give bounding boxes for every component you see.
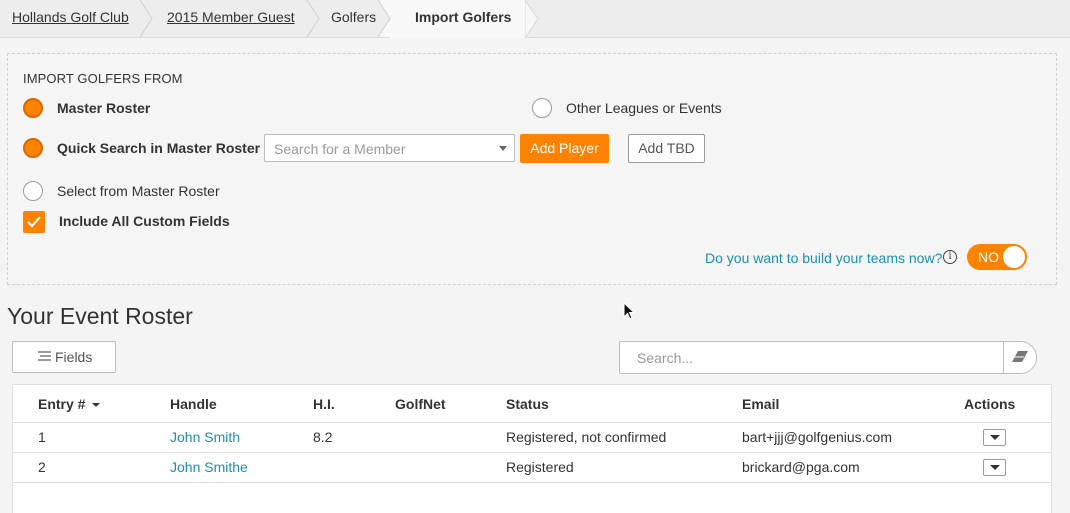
- quick-search-radio[interactable]: [23, 138, 43, 158]
- col-status[interactable]: Status: [506, 396, 549, 412]
- master-roster-label[interactable]: Master Roster: [57, 100, 150, 116]
- member-search-placeholder: Search for a Member: [274, 141, 406, 157]
- eraser-icon[interactable]: [1011, 350, 1029, 364]
- breadcrumb-separator: [306, 0, 320, 37]
- roster-table: Entry # Handle H.I. GolfNet Status Email…: [12, 384, 1052, 513]
- other-leagues-radio[interactable]: [532, 98, 552, 118]
- breadcrumb: Hollands Golf Club 2015 Member Guest Gol…: [0, 0, 1070, 41]
- breadcrumb-separator: [139, 0, 153, 37]
- roster-search-placeholder: Search...: [637, 350, 694, 366]
- other-leagues-label[interactable]: Other Leagues or Events: [566, 100, 722, 116]
- fields-button[interactable]: Fields: [12, 341, 116, 373]
- breadcrumb-golfers[interactable]: Golfers: [331, 0, 376, 37]
- select-from-roster-label[interactable]: Select from Master Roster: [57, 183, 220, 199]
- col-handle[interactable]: Handle: [170, 396, 217, 412]
- col-hi[interactable]: H.I.: [313, 396, 335, 412]
- row-1-actions-dropdown[interactable]: [983, 429, 1006, 446]
- col-entry[interactable]: Entry #: [38, 396, 101, 412]
- include-custom-fields-checkbox[interactable]: [23, 211, 45, 233]
- row-1-status: Registered, not confirmed: [506, 429, 667, 445]
- row-2-handle[interactable]: John Smithe: [170, 459, 248, 475]
- row-1-hi: 8.2: [313, 429, 333, 445]
- col-golfnet[interactable]: GolfNet: [395, 396, 446, 412]
- list-lines-icon: [38, 351, 51, 361]
- build-teams-question: Do you want to build your teams now?: [705, 250, 943, 266]
- row-1-entry: 1: [38, 429, 46, 445]
- sort-caret-icon: [92, 403, 101, 408]
- roster-title: Your Event Roster: [7, 303, 193, 329]
- mouse-cursor-icon: [623, 302, 635, 320]
- select-from-roster-radio[interactable]: [23, 181, 43, 201]
- header-divider: [13, 422, 1051, 423]
- info-icon[interactable]: i: [943, 250, 957, 264]
- row-2-status: Registered: [506, 459, 574, 475]
- row-1-email: bart+jjj@golfgenius.com: [742, 429, 893, 445]
- add-player-button[interactable]: Add Player: [520, 134, 609, 163]
- chevron-down-icon: [499, 146, 507, 151]
- row-2-entry: 2: [38, 459, 46, 475]
- build-teams-toggle[interactable]: NO: [967, 244, 1027, 270]
- col-actions: Actions: [964, 396, 1016, 412]
- fields-button-label: Fields: [55, 349, 93, 365]
- row-2-actions-dropdown[interactable]: [983, 459, 1006, 476]
- checkmark-icon: [27, 216, 41, 228]
- row-2-email: brickard@pga.com: [742, 459, 860, 475]
- include-custom-fields-label[interactable]: Include All Custom Fields: [59, 213, 230, 229]
- add-tbd-button[interactable]: Add TBD: [628, 134, 705, 163]
- member-search-select[interactable]: Search for a Member: [264, 134, 515, 162]
- breadcrumb-club[interactable]: Hollands Golf Club: [12, 0, 129, 37]
- search-divider: [1003, 342, 1004, 373]
- toggle-label: NO: [978, 249, 999, 265]
- roster-search[interactable]: Search...: [619, 341, 1037, 374]
- row-1-handle[interactable]: John Smith: [170, 429, 240, 445]
- col-email[interactable]: Email: [742, 396, 779, 412]
- breadcrumb-import-golfers: Import Golfers: [415, 9, 512, 25]
- toggle-knob: [1003, 246, 1025, 268]
- breadcrumb-separator: [377, 0, 391, 37]
- breadcrumb-event[interactable]: 2015 Member Guest: [167, 0, 295, 37]
- quick-search-label[interactable]: Quick Search in Master Roster: [57, 140, 260, 156]
- row-divider: [13, 452, 1051, 453]
- breadcrumb-active-arrow: [524, 0, 539, 41]
- master-roster-radio[interactable]: [23, 98, 43, 118]
- row-divider: [13, 482, 1051, 483]
- import-section-title: IMPORT GOLFERS FROM: [23, 71, 183, 86]
